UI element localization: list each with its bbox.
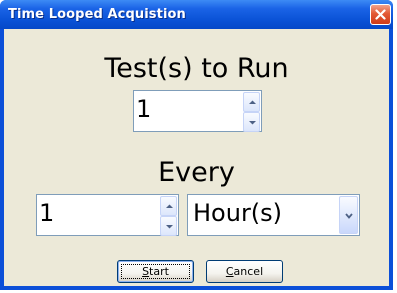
dialog-window: Time Looped Acquistion Test(s) to Run 1 [0, 0, 393, 290]
every-label: Every [158, 157, 235, 188]
spin-down-icon [249, 121, 256, 125]
interval-value[interactable]: 1 [39, 199, 54, 227]
chevron-down-icon [345, 213, 353, 219]
interval-unit-value: Hour(s) [193, 199, 283, 227]
spin-up-icon [249, 100, 256, 104]
window-title: Time Looped Acquistion [8, 7, 186, 22]
tests-to-run-label: Test(s) to Run [104, 53, 289, 84]
interval-decrement-button[interactable] [160, 216, 177, 236]
tests-count-value[interactable]: 1 [136, 95, 151, 123]
tests-count-spinner[interactable]: 1 [133, 90, 262, 132]
tests-increment-button[interactable] [243, 92, 260, 112]
interval-unit-select[interactable]: Hour(s) [187, 194, 360, 236]
close-button[interactable] [370, 4, 391, 25]
interval-unit-dropdown-button[interactable] [339, 196, 358, 234]
focus-indicator [121, 264, 190, 279]
tests-decrement-button[interactable] [243, 112, 260, 132]
interval-increment-button[interactable] [160, 196, 177, 216]
interval-spinner-buttons [160, 196, 177, 236]
tests-spinner-buttons [243, 92, 260, 132]
cancel-accelerator: C [225, 265, 234, 278]
start-button[interactable]: Start [117, 260, 194, 283]
cancel-button[interactable]: Cancel [206, 260, 283, 283]
dialog-body: Test(s) to Run 1 Every 1 Hour(s) Start C… [4, 29, 389, 286]
spin-up-icon [166, 204, 173, 208]
spin-down-icon [166, 225, 173, 229]
interval-value-spinner[interactable]: 1 [36, 194, 179, 236]
cancel-label: ancel [233, 265, 264, 278]
close-icon [375, 9, 386, 20]
title-bar[interactable]: Time Looped Acquistion [0, 0, 393, 29]
